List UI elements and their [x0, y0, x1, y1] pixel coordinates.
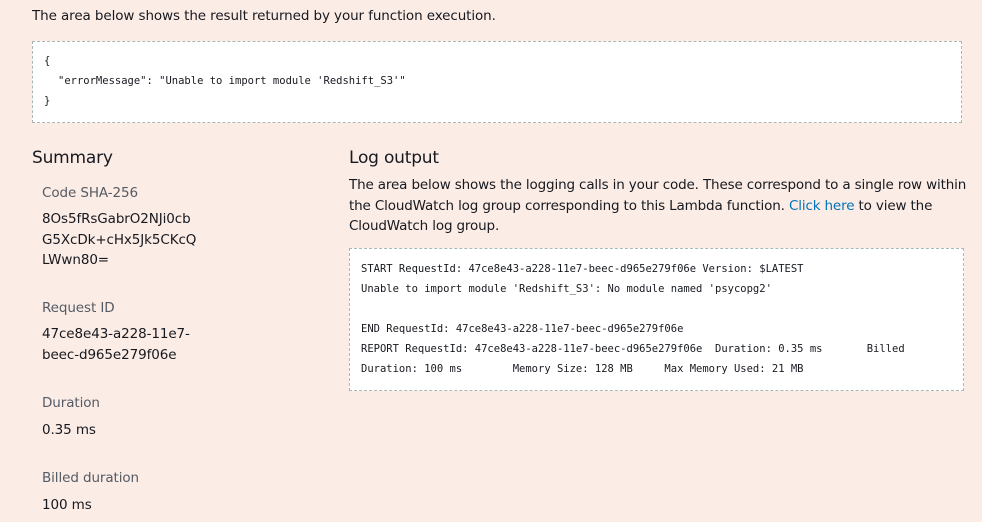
log-line: END RequestId: 47ce8e43-a228-11e7-beec-d…: [361, 323, 684, 335]
duration-label: Duration: [42, 395, 100, 411]
billed-duration-value: 100 ms: [42, 497, 92, 513]
cloudwatch-log-link[interactable]: Click here: [789, 198, 855, 214]
request-id-label: Request ID: [42, 300, 115, 316]
code-sha-line: LWwn80=: [42, 252, 110, 268]
log-output-description: The area below shows the logging calls i…: [349, 175, 974, 237]
code-sha-value: 8Os5fRsGabrO2NJi0cb G5XcDk+cHx5Jk5CKcQ L…: [42, 209, 196, 271]
request-id-line: beec-d965e279f06e: [42, 346, 177, 363]
code-sha-label: Code SHA-256: [42, 185, 138, 201]
summary-heading: Summary: [32, 148, 113, 168]
result-error-message: "errorMessage": "Unable to import module…: [58, 75, 406, 87]
execution-result-intro: The area below shows the result returned…: [32, 8, 496, 24]
duration-value: 0.35 ms: [42, 422, 96, 438]
log-line: Duration: 100 ms Memory Size: 128 MB Max…: [361, 363, 804, 375]
log-line: REPORT RequestId: 47ce8e43-a228-11e7-bee…: [361, 343, 905, 355]
log-line: Unable to import module 'Redshift_S3': N…: [361, 283, 772, 295]
code-sha-line: G5XcDk+cHx5Jk5CKcQ: [42, 231, 197, 248]
execution-result-box: { "errorMessage": "Unable to import modu…: [32, 41, 962, 123]
result-close-brace: }: [44, 95, 51, 107]
request-id-line: 47ce8e43-a228-11e7-: [42, 326, 190, 342]
log-output-box: START RequestId: 47ce8e43-a228-11e7-beec…: [349, 248, 964, 391]
request-id-value: 47ce8e43-a228-11e7- beec-d965e279f06e: [42, 324, 190, 365]
code-sha-line: 8Os5fRsGabrO2NJi0cb: [42, 211, 191, 227]
billed-duration-label: Billed duration: [42, 470, 139, 486]
result-open-brace: {: [44, 55, 51, 67]
log-line: START RequestId: 47ce8e43-a228-11e7-beec…: [361, 263, 804, 275]
log-output-heading: Log output: [349, 148, 439, 168]
